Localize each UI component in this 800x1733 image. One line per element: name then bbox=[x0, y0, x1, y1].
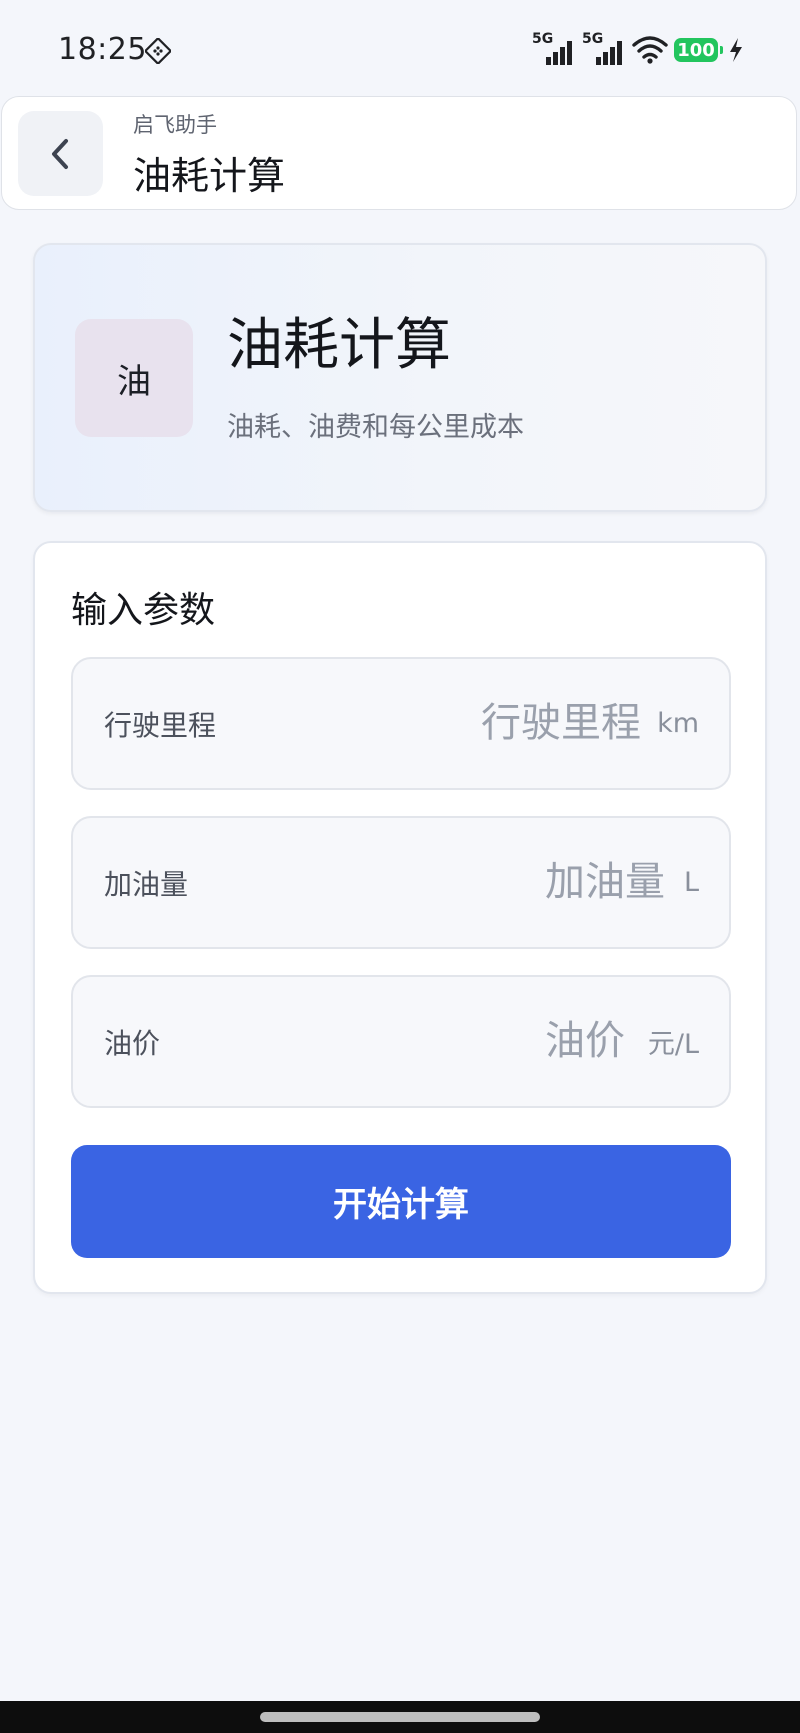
hero-description: 油耗、油费和每公里成本 bbox=[227, 412, 524, 443]
charging-icon bbox=[730, 38, 742, 62]
fuel-price-field[interactable]: 油价 元/L bbox=[71, 975, 731, 1108]
hero-card: 油 油耗计算 油耗、油费和每公里成本 bbox=[33, 243, 767, 512]
distance-unit: km bbox=[657, 708, 699, 739]
app-status-icon bbox=[145, 38, 171, 64]
fuel-amount-unit: L bbox=[683, 867, 699, 898]
status-time: 18:25 bbox=[58, 32, 147, 67]
signal-icon: 5G bbox=[582, 31, 626, 67]
page-title: 油耗计算 bbox=[133, 154, 286, 198]
status-indicators: 5G 5G 100 bbox=[532, 31, 744, 68]
fuel-amount-field[interactable]: 加油量 L bbox=[71, 816, 731, 949]
status-bar: 18:25 5G 5G 100 bbox=[0, 0, 800, 96]
fuel-price-label: 油价 bbox=[104, 1026, 161, 1060]
fuel-price-unit: 元/L bbox=[647, 1029, 699, 1060]
signal-icon: 5G bbox=[532, 31, 576, 67]
hero-title: 油耗计算 bbox=[227, 313, 451, 378]
back-button[interactable] bbox=[18, 111, 103, 196]
back-chevron-icon bbox=[51, 138, 68, 169]
home-gesture-handle[interactable] bbox=[260, 1712, 540, 1722]
app-header: 启飞助手 油耗计算 bbox=[1, 96, 797, 210]
calculate-button[interactable]: 开始计算 bbox=[71, 1145, 731, 1258]
fuel-amount-label: 加油量 bbox=[104, 867, 189, 901]
params-card: 输入参数 行驶里程 km 加油量 L 油价 元/L 开始计算 bbox=[33, 541, 767, 1294]
distance-label: 行驶里程 bbox=[104, 708, 217, 742]
battery-icon: 100 bbox=[674, 38, 723, 62]
header-subtitle: 启飞助手 bbox=[133, 113, 217, 137]
navigation-bar bbox=[0, 1701, 800, 1733]
wifi-icon bbox=[632, 36, 668, 64]
distance-input[interactable] bbox=[301, 683, 641, 763]
fuel-price-input[interactable] bbox=[285, 1001, 625, 1081]
params-title: 输入参数 bbox=[71, 590, 216, 631]
distance-field[interactable]: 行驶里程 km bbox=[71, 657, 731, 790]
fuel-amount-input[interactable] bbox=[325, 842, 665, 922]
fuel-icon: 油 bbox=[75, 319, 193, 437]
